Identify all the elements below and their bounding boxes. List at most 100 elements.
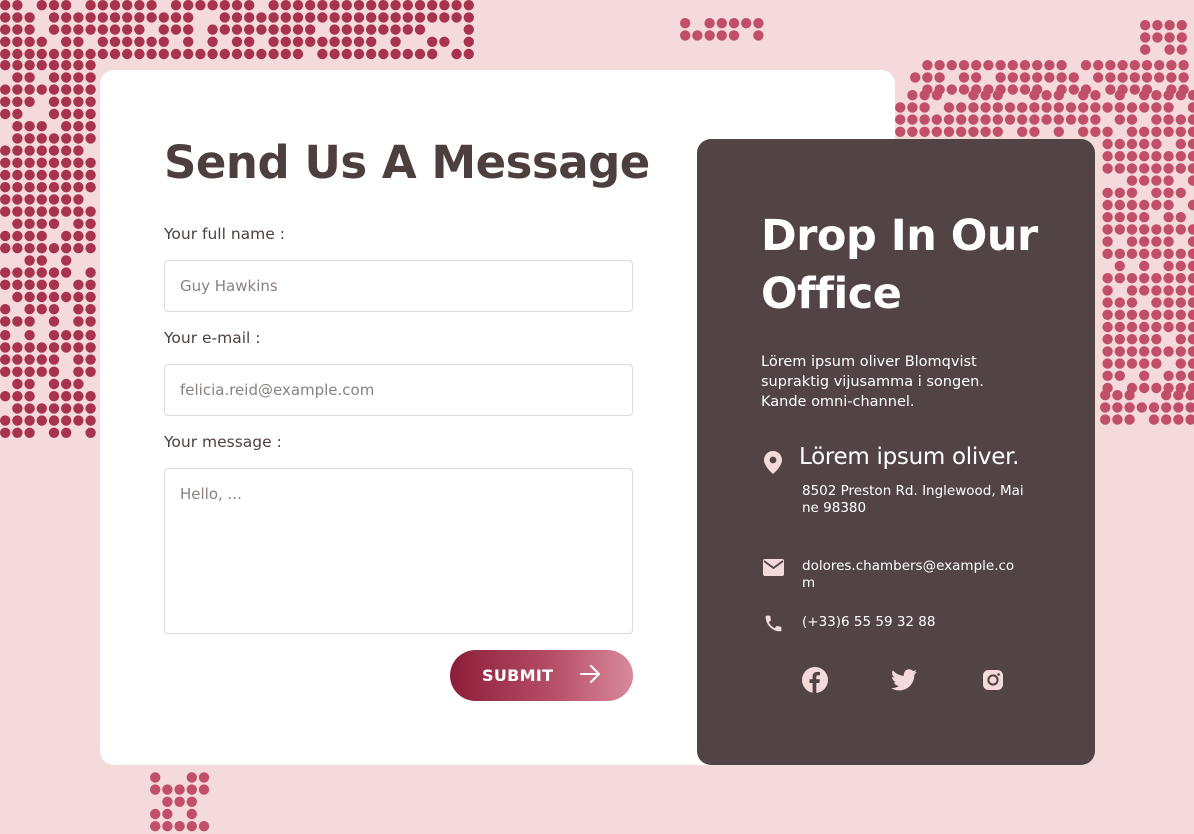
map-dot [60, 415, 72, 426]
map-dot [1053, 114, 1065, 125]
map-dot [24, 354, 35, 365]
map-dot [341, 0, 352, 11]
map-dot [1151, 285, 1162, 296]
map-dot [85, 59, 96, 71]
map-dot [1163, 212, 1174, 223]
map-dot [0, 24, 11, 35]
map-dot [109, 0, 121, 11]
map-dot [48, 243, 60, 254]
map-dot [60, 121, 72, 132]
map-dot [1100, 402, 1111, 413]
map-dot [60, 427, 72, 438]
map-dot [24, 403, 35, 414]
map-dot [219, 12, 230, 23]
map-dot [1151, 334, 1162, 345]
map-dot [1139, 138, 1150, 150]
map-dot [1163, 224, 1174, 235]
map-dot [1173, 390, 1184, 401]
twitter-icon[interactable] [890, 666, 918, 694]
map-dot [85, 0, 96, 11]
map-dot [907, 90, 918, 101]
map-dot [48, 0, 60, 11]
map-dot [73, 316, 84, 327]
map-dot [85, 157, 96, 168]
map-dot [73, 218, 84, 229]
map-dot [1139, 346, 1150, 357]
map-dot [1114, 358, 1126, 369]
office-email[interactable]: dolores.chambers@example.com [802, 558, 1027, 592]
map-dot [1175, 309, 1187, 320]
map-dot [390, 48, 401, 60]
map-dot [1187, 163, 1194, 174]
map-dot [680, 18, 691, 29]
map-dot [1114, 309, 1126, 320]
map-dot [1044, 59, 1055, 71]
map-dot [183, 12, 194, 23]
map-dot [1140, 20, 1151, 31]
map-dot [958, 84, 970, 95]
map-dot [1126, 102, 1138, 113]
map-dot [1102, 212, 1113, 223]
map-dot [48, 133, 60, 144]
map-dot [451, 0, 462, 11]
map-dot [910, 72, 921, 83]
map-dot [1152, 20, 1163, 31]
map-dot [12, 84, 23, 95]
email-input[interactable] [164, 364, 633, 416]
map-dot [97, 0, 109, 11]
map-dot [1163, 273, 1174, 284]
map-dot [1102, 224, 1113, 235]
map-dot [1114, 138, 1126, 150]
map-dot [24, 279, 35, 290]
map-dot [1151, 114, 1162, 125]
full-name-label: Your full name : [164, 225, 285, 243]
map-dot [1044, 72, 1055, 83]
map-dot [85, 72, 96, 83]
map-dot [463, 12, 474, 23]
map-dot [183, 0, 194, 11]
map-dot [934, 72, 945, 83]
map-dot [1041, 114, 1052, 125]
map-dot [1175, 370, 1187, 381]
map-dot [1163, 248, 1174, 259]
map-dot [122, 36, 133, 47]
map-dot [1102, 273, 1113, 284]
map-dot [1126, 224, 1138, 235]
map-dot [1102, 151, 1113, 162]
map-dot [231, 24, 243, 35]
map-dot [1187, 248, 1194, 259]
instagram-icon[interactable] [979, 666, 1007, 694]
map-dot [317, 0, 328, 11]
map-dot [1102, 236, 1113, 247]
map-dot [162, 796, 173, 807]
map-dot [12, 48, 23, 60]
map-dot [12, 96, 23, 108]
map-dot [12, 133, 23, 144]
map-dot [1129, 72, 1141, 83]
map-dot [1105, 72, 1116, 83]
office-phone[interactable]: (+33)6 55 59 32 88 [802, 614, 1027, 631]
map-dot [1126, 175, 1138, 186]
map-dot [1114, 187, 1126, 198]
map-dot [36, 255, 47, 266]
map-dot [1151, 309, 1162, 320]
map-dot [1007, 84, 1018, 95]
map-dot [48, 330, 60, 341]
map-dot [0, 182, 11, 193]
map-dot [1093, 72, 1104, 83]
map-dot [931, 114, 942, 125]
map-dot [1187, 102, 1194, 113]
submit-button[interactable]: SUBMIT [450, 650, 633, 701]
map-dot [207, 24, 218, 35]
map-dot [1187, 175, 1194, 186]
map-dot [268, 48, 279, 60]
facebook-icon[interactable] [801, 666, 829, 694]
map-dot [1126, 285, 1138, 296]
map-dot [971, 59, 982, 71]
map-dot [1187, 224, 1194, 235]
full-name-input[interactable] [164, 260, 633, 312]
message-textarea[interactable] [164, 468, 633, 634]
map-dot [1139, 175, 1150, 186]
map-dot [174, 784, 185, 795]
map-dot [73, 84, 84, 95]
